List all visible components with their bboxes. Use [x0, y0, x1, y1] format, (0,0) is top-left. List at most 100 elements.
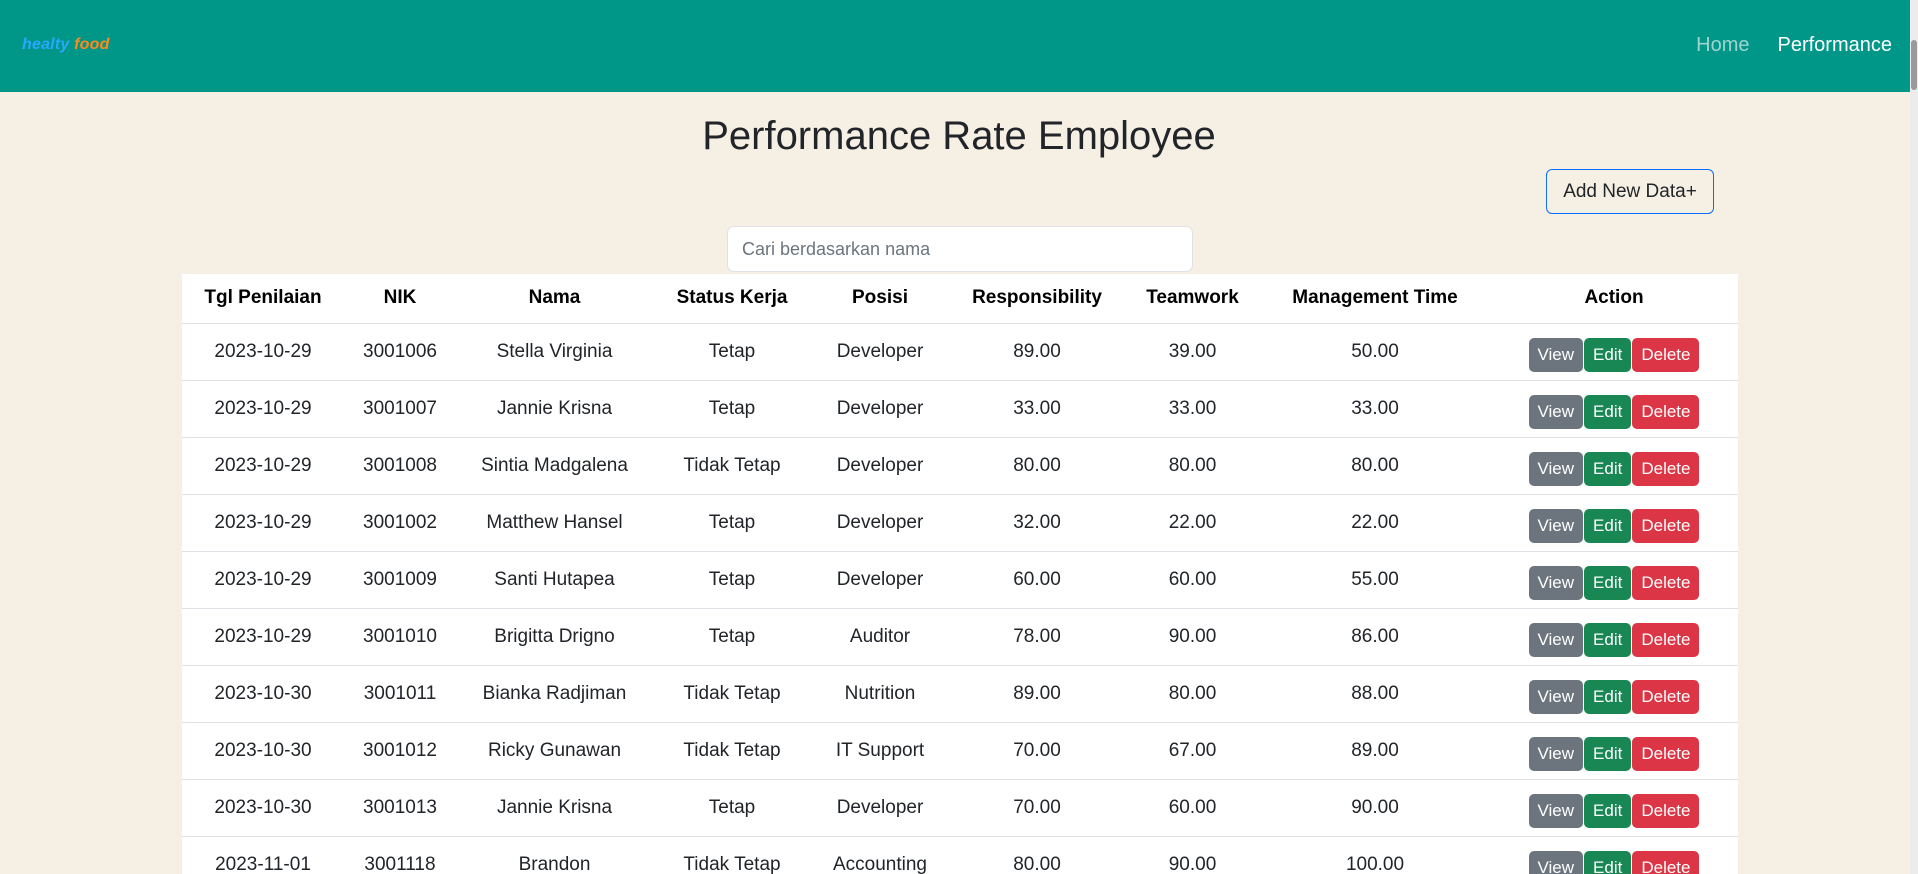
- header-posisi: Posisi: [811, 274, 949, 324]
- search-input[interactable]: [727, 226, 1193, 272]
- edit-button[interactable]: Edit: [1584, 451, 1632, 486]
- delete-button[interactable]: Delete: [1632, 508, 1700, 543]
- cell-status-kerja: Tidak Tetap: [653, 836, 811, 874]
- nav-home-link[interactable]: Home: [1696, 34, 1749, 57]
- cell-management-time: 100.00: [1260, 836, 1490, 874]
- cell-nik: 3001011: [344, 665, 456, 723]
- delete-button[interactable]: Delete: [1632, 622, 1700, 657]
- edit-button[interactable]: Edit: [1584, 622, 1632, 657]
- edit-button[interactable]: Edit: [1584, 736, 1632, 771]
- scrollbar-thumb[interactable]: [1911, 40, 1917, 90]
- table-row: 2023-10-29 3001006 Stella Virginia Tetap Dev…: [182, 323, 1738, 381]
- delete-button[interactable]: Delete: [1632, 565, 1700, 600]
- table-row: 2023-10-29 3001002 Matthew Hansel Tetap Deve…: [182, 494, 1738, 552]
- header-nama: Nama: [456, 274, 653, 324]
- view-button[interactable]: View: [1528, 679, 1584, 714]
- cell-posisi: Developer: [811, 551, 949, 609]
- nav-performance-link[interactable]: Performance: [1778, 34, 1893, 57]
- delete-button[interactable]: Delete: [1632, 793, 1700, 828]
- edit-button[interactable]: Edit: [1584, 679, 1632, 714]
- cell-action: View Edit Delete: [1490, 323, 1738, 381]
- cell-management-time: 86.00: [1260, 608, 1490, 666]
- delete-button[interactable]: Delete: [1632, 679, 1700, 714]
- cell-teamwork: 33.00: [1125, 380, 1260, 438]
- view-button[interactable]: View: [1528, 394, 1584, 429]
- delete-button[interactable]: Delete: [1632, 850, 1700, 874]
- cell-management-time: 88.00: [1260, 665, 1490, 723]
- cell-tgl-penilaian: 2023-10-29: [182, 608, 344, 666]
- performance-table: Tgl Penilaian NIK Nama Status Kerja Posi…: [182, 274, 1738, 874]
- table-row: 2023-10-29 3001010 Brigitta Drigno Tetap Aud…: [182, 608, 1738, 666]
- cell-responsibility: 80.00: [949, 836, 1125, 874]
- cell-nik: 3001010: [344, 608, 456, 666]
- cell-nama: Ricky Gunawan: [456, 722, 653, 780]
- cell-nama: Santi Hutapea: [456, 551, 653, 609]
- delete-button[interactable]: Delete: [1632, 736, 1700, 771]
- delete-button[interactable]: Delete: [1632, 451, 1700, 486]
- cell-posisi: Developer: [811, 323, 949, 381]
- cell-nama: Bianka Radjiman: [456, 665, 653, 723]
- cell-action: View Edit Delete: [1490, 665, 1738, 723]
- view-button[interactable]: View: [1528, 565, 1584, 600]
- view-button[interactable]: View: [1528, 451, 1584, 486]
- edit-button[interactable]: Edit: [1584, 850, 1632, 874]
- cell-nik: 3001012: [344, 722, 456, 780]
- add-new-data-button[interactable]: Add New Data+: [1546, 169, 1714, 214]
- cell-tgl-penilaian: 2023-10-29: [182, 380, 344, 438]
- view-button[interactable]: View: [1528, 337, 1584, 372]
- cell-status-kerja: Tetap: [653, 608, 811, 666]
- view-button[interactable]: View: [1528, 793, 1584, 828]
- edit-button[interactable]: Edit: [1584, 337, 1632, 372]
- cell-teamwork: 90.00: [1125, 608, 1260, 666]
- table-body: 2023-10-29 3001006 Stella Virginia Tetap Dev…: [182, 323, 1738, 874]
- edit-button[interactable]: Edit: [1584, 793, 1632, 828]
- cell-teamwork: 60.00: [1125, 551, 1260, 609]
- cell-action: View Edit Delete: [1490, 494, 1738, 552]
- delete-button[interactable]: Delete: [1632, 394, 1700, 429]
- cell-responsibility: 70.00: [949, 779, 1125, 837]
- table-row: 2023-10-30 3001011 Bianka Radjiman Tidak Te…: [182, 665, 1738, 723]
- cell-nama: Brandon: [456, 836, 653, 874]
- cell-status-kerja: Tetap: [653, 323, 811, 381]
- header-responsibility: Responsibility: [949, 274, 1125, 324]
- cell-posisi: Nutrition: [811, 665, 949, 723]
- cell-responsibility: 80.00: [949, 437, 1125, 495]
- cell-responsibility: 60.00: [949, 551, 1125, 609]
- view-button[interactable]: View: [1528, 850, 1584, 874]
- edit-button[interactable]: Edit: [1584, 565, 1632, 600]
- cell-tgl-penilaian: 2023-10-29: [182, 437, 344, 495]
- cell-action: View Edit Delete: [1490, 551, 1738, 609]
- cell-responsibility: 78.00: [949, 608, 1125, 666]
- cell-nama: Stella Virginia: [456, 323, 653, 381]
- table-row: 2023-10-30 3001013 Jannie Krisna Tetap Devel…: [182, 779, 1738, 837]
- cell-tgl-penilaian: 2023-10-29: [182, 551, 344, 609]
- view-button[interactable]: View: [1528, 622, 1584, 657]
- cell-teamwork: 39.00: [1125, 323, 1260, 381]
- cell-action: View Edit Delete: [1490, 608, 1738, 666]
- cell-teamwork: 90.00: [1125, 836, 1260, 874]
- header-status-kerja: Status Kerja: [653, 274, 811, 324]
- cell-management-time: 80.00: [1260, 437, 1490, 495]
- cell-teamwork: 67.00: [1125, 722, 1260, 780]
- cell-status-kerja: Tetap: [653, 551, 811, 609]
- cell-responsibility: 33.00: [949, 380, 1125, 438]
- cell-nama: Jannie Krisna: [456, 380, 653, 438]
- cell-tgl-penilaian: 2023-10-29: [182, 494, 344, 552]
- table-header-row: Tgl Penilaian NIK Nama Status Kerja Posi…: [182, 274, 1738, 324]
- cell-management-time: 89.00: [1260, 722, 1490, 780]
- cell-tgl-penilaian: 2023-10-30: [182, 779, 344, 837]
- edit-button[interactable]: Edit: [1584, 508, 1632, 543]
- brand-logo[interactable]: healty food: [22, 36, 110, 54]
- edit-button[interactable]: Edit: [1584, 394, 1632, 429]
- table-row: 2023-10-30 3001012 Ricky Gunawan Tidak Teta…: [182, 722, 1738, 780]
- cell-nik: 3001009: [344, 551, 456, 609]
- cell-management-time: 22.00: [1260, 494, 1490, 552]
- cell-responsibility: 32.00: [949, 494, 1125, 552]
- cell-status-kerja: Tidak Tetap: [653, 665, 811, 723]
- cell-nik: 3001006: [344, 323, 456, 381]
- view-button[interactable]: View: [1528, 736, 1584, 771]
- view-button[interactable]: View: [1528, 508, 1584, 543]
- cell-responsibility: 89.00: [949, 323, 1125, 381]
- cell-action: View Edit Delete: [1490, 437, 1738, 495]
- delete-button[interactable]: Delete: [1632, 337, 1700, 372]
